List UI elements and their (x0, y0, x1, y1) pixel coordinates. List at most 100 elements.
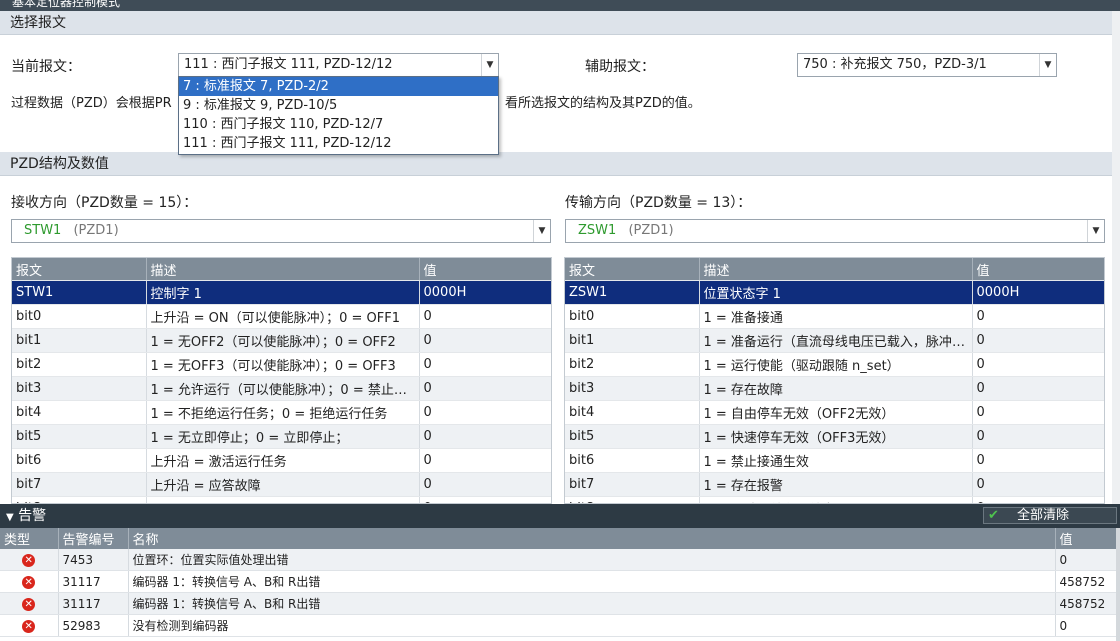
section-header-telegram: 选择报文 (0, 11, 1112, 35)
dropdown-option[interactable]: 9 : 标准报文 9, PZD-10/5 (179, 96, 498, 115)
alarm-value-cell: 458752 (1055, 570, 1116, 593)
transmit-table-container[interactable]: 报文 描述 值 ZSW1 位置状态字 1 0000H bit0 1 = 准备接通 0 bit… (564, 257, 1105, 504)
value-cell: 0 (972, 448, 1104, 473)
alarm-row[interactable]: ✕ 31117 编码器 1：转换信号 A、B和 R出错 458752 (0, 592, 1116, 615)
alarm-name-cell: 没有检测到编码器 (128, 614, 1056, 637)
alarm-number-cell: 52983 (58, 614, 129, 637)
alarm-scrollbar[interactable] (1116, 528, 1120, 641)
table-row[interactable]: bit1 1 = 无OFF2（可以使能脉冲）；0 = OFF2 0 (12, 328, 551, 353)
table-row[interactable]: bit6 上升沿 = 激活运行任务 0 (12, 448, 551, 473)
value-cell: 0 (419, 472, 551, 497)
signal-cell: bit2 (12, 352, 147, 377)
current-telegram-value: 111 : 西门子报文 111, PZD-12/12 (184, 57, 393, 72)
table-row[interactable]: bit0 1 = 准备接通 0 (565, 304, 1104, 329)
aux-telegram-value: 750 : 补充报文 750，PZD-3/1 (803, 57, 987, 72)
alarm-table-container[interactable]: 类型 告警编号 名称 值 ✕ 7453 位置环：位置实际值处理出错 0 ✕ 31117 编码… (0, 528, 1116, 641)
description-cell: 1 = 自由停车无效（OFF2无效） (699, 400, 973, 425)
signal-cell: bit8 (565, 496, 700, 503)
transmit-pzd-select[interactable]: ZSW1 (PZD1) ▼ (565, 219, 1105, 243)
clear-all-label: 全部清除 (1017, 508, 1070, 523)
window-title-bar: 基本定位器控制模式 (0, 0, 1120, 11)
table-row[interactable]: ZSW1 位置状态字 1 0000H (565, 280, 1104, 305)
dropdown-option[interactable]: 110 : 西门子报文 110, PZD-12/7 (179, 115, 498, 134)
signal-cell: bit5 (12, 424, 147, 449)
table-row[interactable]: bit3 1 = 允许运行（可以使能脉冲）；0 = 禁止运行 0 (12, 376, 551, 401)
value-cell: 0 (972, 328, 1104, 353)
column-header[interactable]: 值 (1055, 528, 1116, 549)
table-row[interactable]: bit7 1 = 存在报警 0 (565, 472, 1104, 497)
column-header[interactable]: 值 (972, 258, 1104, 281)
alarm-name-cell: 编码器 1：转换信号 A、B和 R出错 (128, 570, 1056, 593)
value-cell: 0 (972, 400, 1104, 425)
table-row[interactable]: bit4 1 = 不拒绝运行任务；0 = 拒绝运行任务 0 (12, 400, 551, 425)
signal-cell: STW1 (12, 280, 147, 305)
chevron-down-icon[interactable]: ▼ (1087, 220, 1104, 242)
chevron-down-icon[interactable]: ▼ (1039, 54, 1056, 76)
table-row[interactable]: bit6 1 = 禁止接通生效 0 (565, 448, 1104, 473)
alarm-value-cell: 458752 (1055, 592, 1116, 615)
current-telegram-select[interactable]: 111 : 西门子报文 111, PZD-12/12 ▼ (178, 53, 499, 77)
column-header[interactable]: 描述 (146, 258, 420, 281)
alarm-row[interactable]: ✕ 31117 编码器 1：转换信号 A、B和 R出错 458752 (0, 570, 1116, 593)
window-title: 基本定位器控制模式 (12, 0, 121, 9)
receive-pzd-select[interactable]: STW1 (PZD1) ▼ (11, 219, 551, 243)
transmit-select-main: ZSW1 (578, 223, 617, 238)
clear-all-button[interactable]: ✔ 全部清除 (983, 507, 1117, 524)
table-row[interactable]: bit7 上升沿 = 应答故障 0 (12, 472, 551, 497)
table-row[interactable]: bit5 1 = 快速停车无效（OFF3无效） 0 (565, 424, 1104, 449)
alarm-name-cell: 位置环：位置实际值处理出错 (128, 549, 1056, 571)
alarm-row[interactable]: ✕ 7453 位置环：位置实际值处理出错 0 (0, 549, 1116, 571)
signal-cell: bit2 (565, 352, 700, 377)
value-cell: 0 (419, 304, 551, 329)
signal-cell: bit4 (565, 400, 700, 425)
table-row[interactable]: bit3 1 = 存在故障 0 (565, 376, 1104, 401)
column-header[interactable]: 类型 (0, 528, 59, 549)
telegram-dropdown-list[interactable]: 7 : 标准报文 7, PZD-2/2 9 : 标准报文 9, PZD-10/5… (178, 76, 499, 155)
value-cell: 0 (972, 496, 1104, 503)
table-row[interactable]: bit0 上升沿 = ON（可以使能脉冲）；0 = OFF1 0 (12, 304, 551, 329)
column-header[interactable]: 名称 (128, 528, 1056, 549)
description-cell: 控制字 1 (146, 280, 420, 305)
dropdown-option[interactable]: 7 : 标准报文 7, PZD-2/2 (179, 77, 498, 96)
table-row[interactable]: STW1 控制字 1 0000H (12, 280, 551, 305)
table-row[interactable]: bit2 1 = 无OFF3（可以使能脉冲）；0 = OFF3 0 (12, 352, 551, 377)
receive-select-main: STW1 (24, 223, 62, 238)
value-cell: 0 (419, 352, 551, 377)
page-scrollbar[interactable] (1112, 11, 1120, 504)
signal-cell: bit7 (565, 472, 700, 497)
table-row[interactable]: bit81 = Jog 1 信号源0 (12, 496, 551, 503)
table-row[interactable]: bit81 = 跟随误差在公差内0 (565, 496, 1104, 503)
triangle-down-icon[interactable]: ▼ (0, 512, 14, 523)
table-row[interactable]: bit5 1 = 无立即停止；0 = 立即停止； 0 (12, 424, 551, 449)
column-header[interactable]: 报文 (12, 258, 147, 281)
value-cell: 0000H (419, 280, 551, 305)
signal-cell: bit1 (565, 328, 700, 353)
chevron-down-icon[interactable]: ▼ (533, 220, 550, 242)
description-cell: 1 = 禁止接通生效 (699, 448, 973, 473)
column-header[interactable]: 描述 (699, 258, 973, 281)
receive-table-container[interactable]: 报文 描述 值 STW1 控制字 1 0000H bit0 上升沿 = ON（可以使能脉… (11, 257, 552, 504)
chevron-down-icon[interactable]: ▼ (481, 54, 498, 76)
alarm-panel-header[interactable]: ▼ 告警 (0, 504, 1120, 528)
description-cell: 位置状态字 1 (699, 280, 973, 305)
transmit-table: 报文 描述 值 ZSW1 位置状态字 1 0000H bit0 1 = 准备接通 0 bit… (565, 258, 1104, 503)
value-cell: 0 (419, 424, 551, 449)
signal-cell: bit7 (12, 472, 147, 497)
column-header[interactable]: 告警编号 (58, 528, 129, 549)
table-row[interactable]: bit4 1 = 自由停车无效（OFF2无效） 0 (565, 400, 1104, 425)
table-row[interactable]: bit2 1 = 运行使能（驱动跟随 n_set） 0 (565, 352, 1104, 377)
column-header[interactable]: 值 (419, 258, 551, 281)
table-row[interactable]: bit1 1 = 准备运行（直流母线电压已载入，脉冲禁止） 0 (565, 328, 1104, 353)
description-cell: 1 = 运行使能（驱动跟随 n_set） (699, 352, 973, 377)
column-header[interactable]: 报文 (565, 258, 700, 281)
aux-telegram-select[interactable]: 750 : 补充报文 750，PZD-3/1 ▼ (797, 53, 1057, 77)
description-cell: 1 = 准备接通 (699, 304, 973, 329)
description-cell: 1 = 无OFF2（可以使能脉冲）；0 = OFF2 (146, 328, 420, 353)
description-cell: 1 = 无立即停止；0 = 立即停止； (146, 424, 420, 449)
dropdown-option[interactable]: 111 : 西门子报文 111, PZD-12/12 (179, 134, 498, 153)
alarm-row[interactable]: ✕ 52983 没有检测到编码器 0 (0, 614, 1116, 637)
alarm-name-cell: 编码器 1：转换信号 A、B和 R出错 (128, 592, 1056, 615)
description-cell: 1 = 跟随误差在公差内 (699, 496, 973, 503)
value-cell: 0 (972, 304, 1104, 329)
value-cell: 0 (419, 328, 551, 353)
